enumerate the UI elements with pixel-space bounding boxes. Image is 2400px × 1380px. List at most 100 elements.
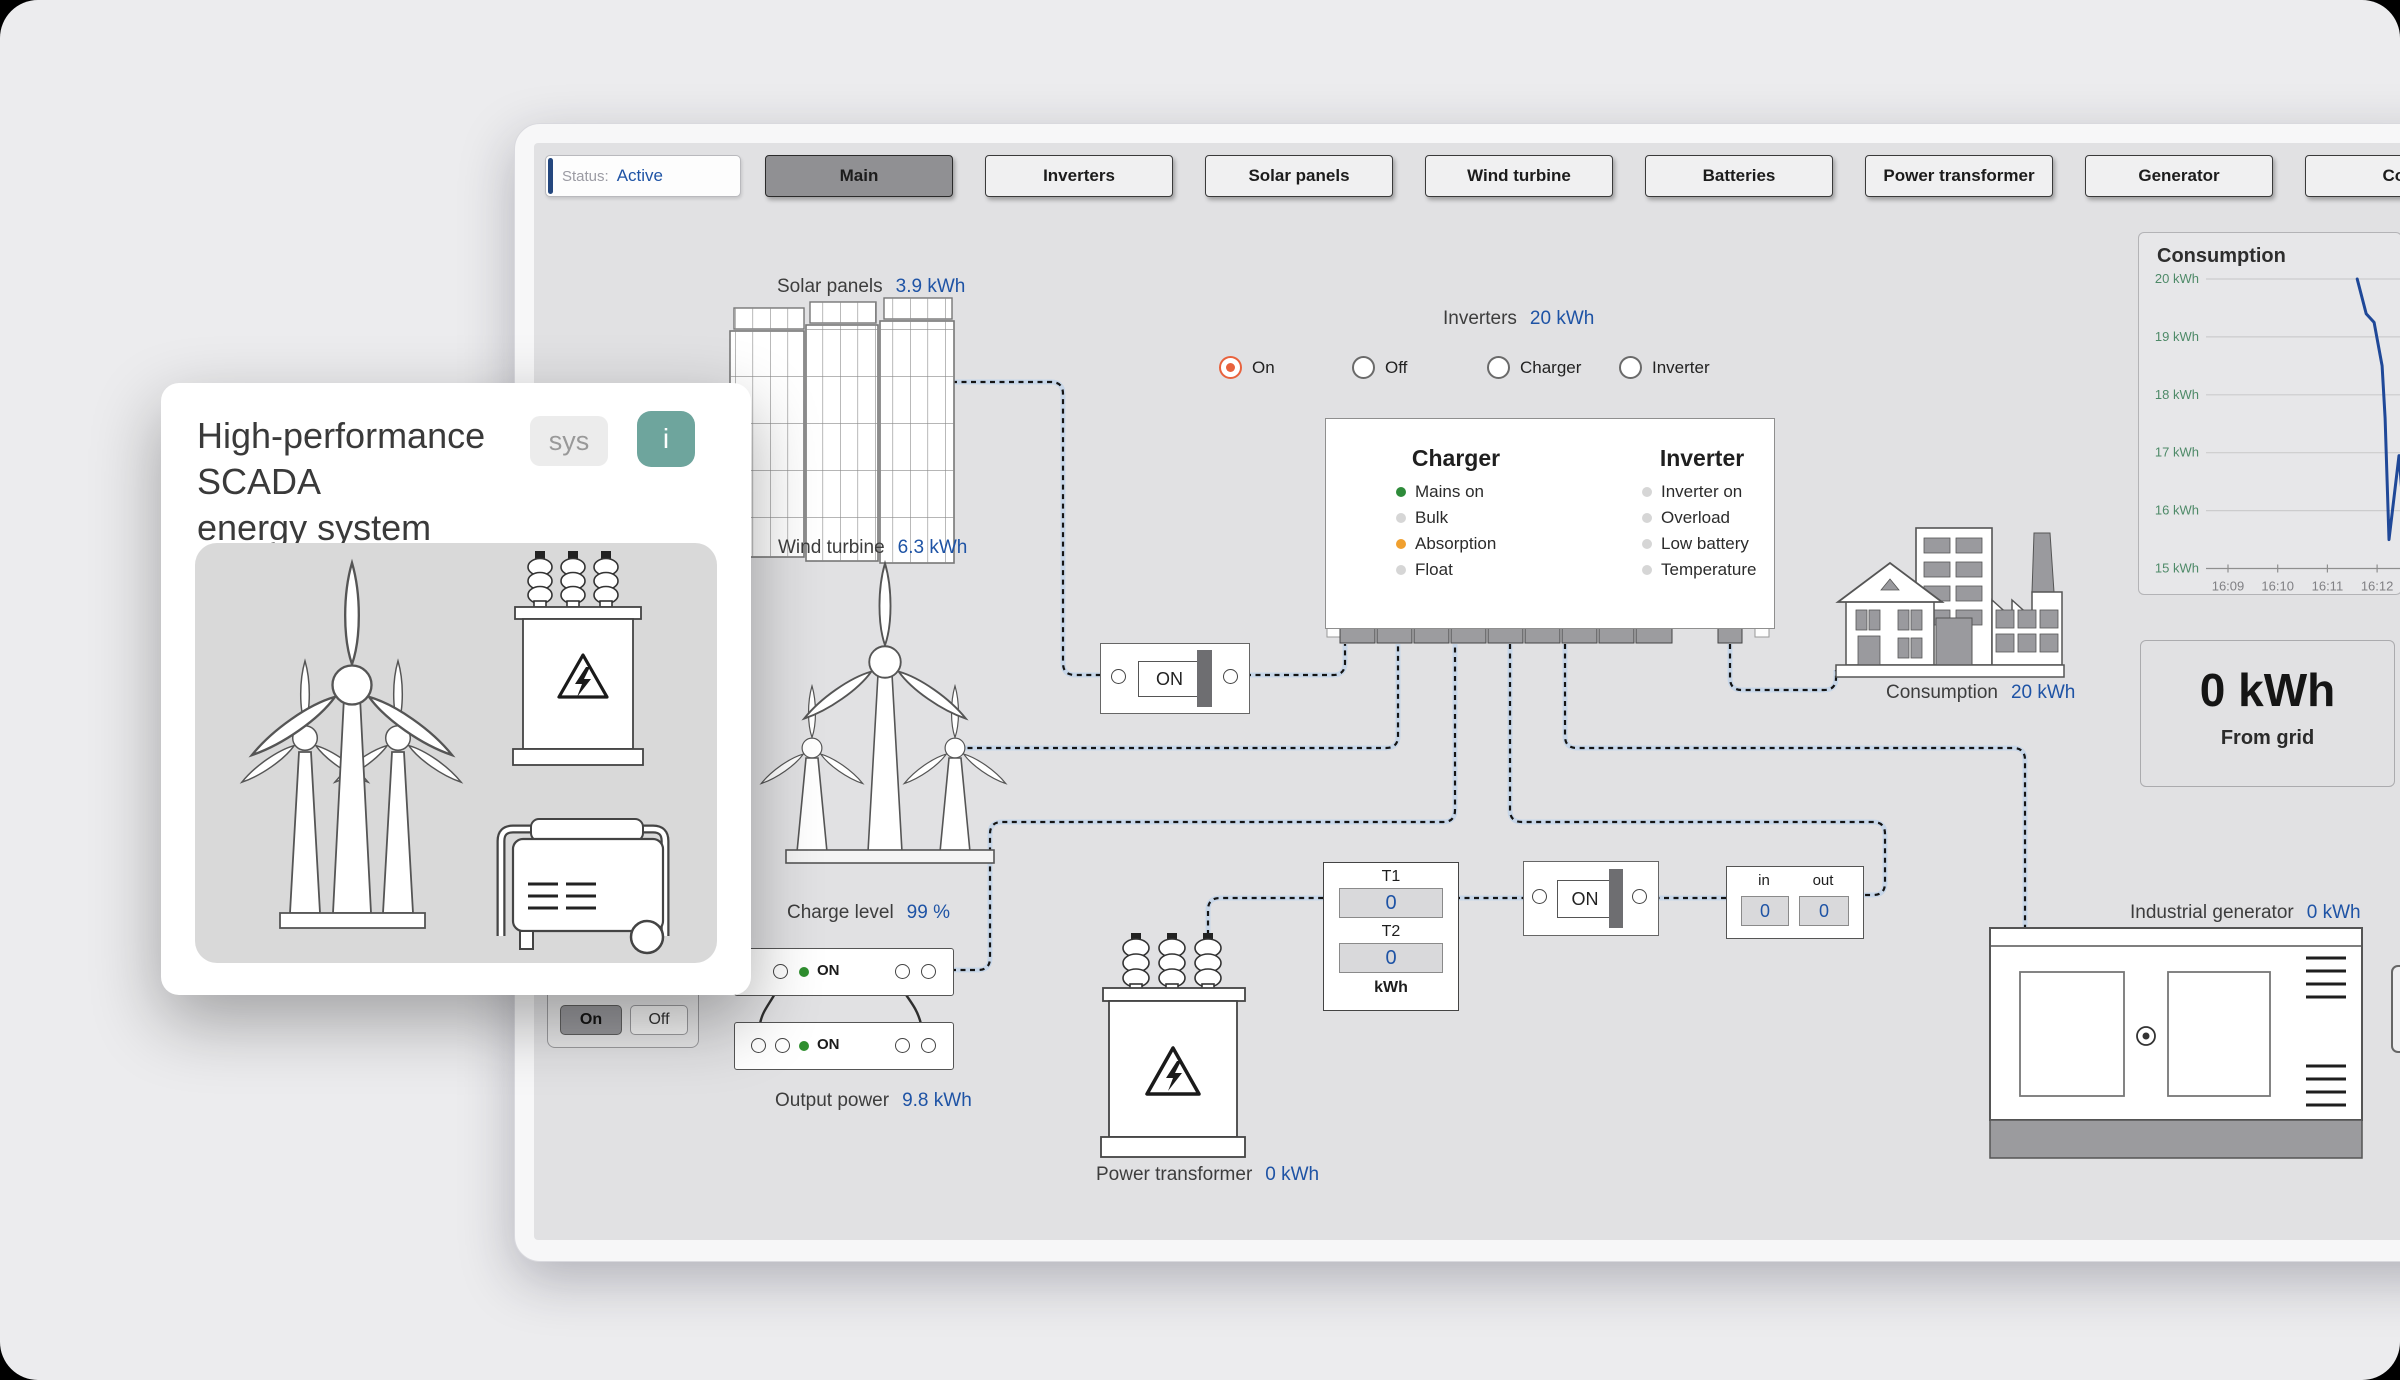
switch-lever — [1197, 650, 1212, 707]
led-dot — [1396, 513, 1406, 523]
led-absorption: Absorption — [1396, 534, 1556, 554]
charger-inverter-panel: ChargerMains onBulkAbsorptionFloatInvert… — [1325, 418, 1775, 629]
y-tick-label: 15 kWh — [2155, 561, 2199, 576]
wind-breaker-switch[interactable]: ON — [1100, 643, 1250, 714]
led-inverter-on: Inverter on — [1642, 482, 1802, 502]
led-column-title: Inverter — [1642, 445, 1762, 472]
radio-circle — [1619, 356, 1642, 379]
wind-turbine-label: Wind turbine6.3 kWh — [778, 537, 967, 559]
card-title: High-performance SCADA energy system — [197, 413, 537, 551]
meter-unit-label: kWh — [1324, 979, 1458, 997]
status-accent-bar — [548, 158, 553, 194]
consumption-label: Consumption20 kWh — [1886, 682, 2075, 704]
batteries-off-button[interactable]: Off — [630, 1005, 688, 1035]
battery-unit-row: ON — [734, 948, 954, 996]
inverters-label: Inverters20 kWh — [1443, 308, 1594, 330]
radio-circle — [1352, 356, 1375, 379]
tab-solar-panels[interactable]: Solar panels — [1205, 155, 1393, 197]
battery-terminal — [895, 1038, 910, 1053]
led-dot — [1396, 565, 1406, 575]
switch-lever — [1609, 869, 1623, 928]
switch-terminal — [1532, 889, 1547, 904]
led-column-title: Charger — [1396, 445, 1516, 472]
tab-main[interactable]: Main — [765, 155, 953, 197]
led-dot — [1396, 539, 1406, 549]
inverter-mode-radios: On Off Charger Inverter — [1219, 356, 1779, 382]
led-mains-on: Mains on — [1396, 482, 1556, 502]
led-dot — [1396, 487, 1406, 497]
x-tick-label: 16:12 — [2361, 579, 2394, 594]
in-value-field[interactable]: 0 — [1741, 896, 1789, 926]
radio-inverter[interactable]: Inverter — [1619, 356, 1710, 379]
led-column-inverter: Inverter Inverter on Overload Low battery Te… — [1642, 445, 1802, 586]
status-value: Active — [617, 166, 663, 186]
card-wind-turbines-icon — [239, 563, 463, 928]
radio-on[interactable]: On — [1219, 356, 1275, 379]
y-tick-label: 19 kWh — [2155, 329, 2199, 344]
card-illustration — [195, 543, 717, 963]
t2-value-field[interactable]: 0 — [1339, 943, 1443, 973]
tab-generator[interactable]: Generator — [2085, 155, 2273, 197]
tab-batteries[interactable]: Batteries — [1645, 155, 1833, 197]
x-tick-label: 16:09 — [2212, 579, 2245, 594]
power-transformer-label: Power transformer0 kWh — [1096, 1164, 1319, 1186]
led-column-charger: ChargerMains onBulkAbsorptionFloat — [1396, 445, 1556, 586]
consumption-chart: 20 kWh 19 kWh 18 kWh 17 kWh 16 kWh 15 kWh 16:0… — [2139, 233, 2400, 594]
info-card: High-performance SCADA energy system sys… — [161, 383, 751, 995]
radio-charger[interactable]: Charger — [1487, 356, 1581, 379]
in-label: in — [1741, 872, 1787, 889]
battery-terminal — [775, 1038, 790, 1053]
led-dot — [1642, 565, 1652, 575]
battery-terminal — [773, 964, 788, 979]
led-float: Float — [1396, 560, 1556, 580]
battery-on-led — [799, 1041, 809, 1051]
card-generator-icon — [501, 819, 665, 953]
from-grid-panel: 0 kWh From grid — [2140, 640, 2395, 787]
batteries-on-button[interactable]: On — [560, 1005, 622, 1035]
battery-on-led — [799, 967, 809, 977]
meter-breaker-switch[interactable]: ON — [1523, 861, 1659, 936]
x-tick-label: 16:11 — [2312, 579, 2344, 594]
battery-terminal — [921, 1038, 936, 1053]
energy-meter-box: T1 0 T2 0 kWh — [1323, 862, 1459, 1011]
info-button[interactable]: i — [637, 411, 695, 467]
tab-power-transformer[interactable]: Power transformer — [1865, 155, 2053, 197]
industrial-generator-label: Industrial generator0 kWh — [2130, 902, 2361, 924]
in-out-box: in out 0 0 — [1726, 866, 1864, 939]
consumption-chart-panel: Consumption 20 kWh19 kWh18 kWh17 kWh16 k… — [2138, 232, 2400, 595]
t1-value-field[interactable]: 0 — [1339, 888, 1443, 918]
y-tick-label: 20 kWh — [2155, 271, 2199, 286]
tab-wind-turbine[interactable]: Wind turbine — [1425, 155, 1613, 197]
radio-circle — [1219, 356, 1242, 379]
tab-con[interactable]: Con — [2305, 155, 2400, 197]
out-label: out — [1799, 872, 1847, 889]
led-overload: Overload — [1642, 508, 1802, 528]
status-field[interactable]: Status: Active — [545, 155, 741, 197]
y-tick-label: 16 kWh — [2155, 503, 2199, 518]
switch-state: ON — [1557, 880, 1613, 918]
led-temperature: Temperature — [1642, 560, 1802, 580]
switch-terminal — [1632, 889, 1647, 904]
battery-state: ON — [817, 962, 840, 979]
battery-terminal — [751, 1038, 766, 1053]
charge-level-label: Charge level99 % — [787, 902, 950, 924]
battery-state: ON — [817, 1036, 840, 1053]
y-tick-label: 18 kWh — [2155, 387, 2199, 402]
status-label: Status: — [562, 168, 609, 185]
solar-panels-label: Solar panels3.9 kWh — [777, 276, 965, 298]
switch-terminal — [1111, 669, 1126, 684]
switch-terminal — [1223, 669, 1238, 684]
led-dot — [1642, 513, 1652, 523]
output-power-label: Output power9.8 kWh — [775, 1090, 972, 1112]
led-dot — [1642, 539, 1652, 549]
chart-line — [2357, 279, 2400, 540]
card-illustration-svg — [195, 543, 717, 961]
tab-inverters[interactable]: Inverters — [985, 155, 1173, 197]
battery-unit-row: ON — [734, 1022, 954, 1070]
y-tick-label: 17 kWh — [2155, 445, 2199, 460]
out-value-field[interactable]: 0 — [1799, 896, 1849, 926]
sys-badge: sys — [530, 416, 608, 466]
radio-off[interactable]: Off — [1352, 356, 1407, 379]
led-low-battery: Low battery — [1642, 534, 1802, 554]
battery-terminal — [921, 964, 936, 979]
